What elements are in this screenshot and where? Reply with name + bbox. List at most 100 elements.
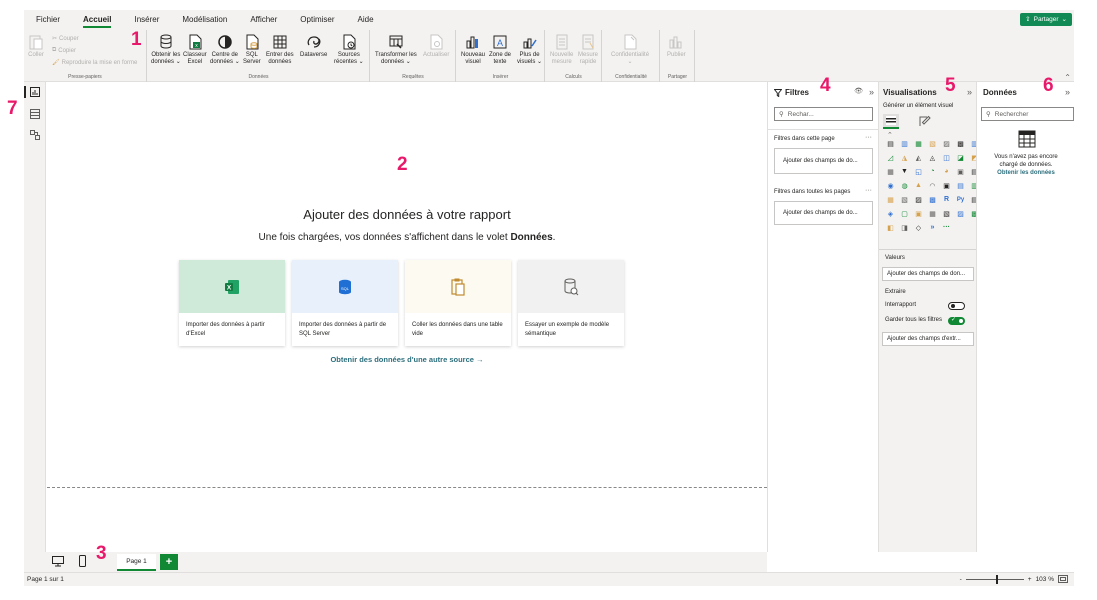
transform-data-button[interactable]: Transformer les données ⌄ (375, 34, 417, 66)
menu-afficher[interactable]: Afficher (238, 10, 288, 30)
visual-type-icon[interactable]: ▢ (899, 208, 910, 219)
visual-type-icon[interactable]: ◈ (885, 208, 896, 219)
filters-this-page-well[interactable]: Ajouter des champs de do... (774, 148, 873, 174)
visual-type-icon[interactable]: ◪ (955, 152, 966, 163)
filters-search-input[interactable]: ⚲ Rechar... (774, 107, 873, 121)
visual-type-icon[interactable]: ▲ (913, 180, 924, 191)
visual-type-icon[interactable]: ▣ (955, 166, 966, 177)
visual-type-icon[interactable]: » (927, 222, 938, 233)
other-source-link[interactable]: Obtenir des données d'une autre source → (47, 355, 767, 364)
data-search-input[interactable]: ⚲ Rechercher (981, 107, 1074, 121)
new-measure-button[interactable]: Nouvelle mesure (550, 34, 573, 66)
refresh-button[interactable]: Actualiser (423, 34, 449, 59)
collapse-filters-icon[interactable]: » (869, 87, 874, 97)
zoom-out-button[interactable]: - (960, 576, 962, 583)
menu-inserer[interactable]: Insérer (122, 10, 170, 30)
visual-type-icon[interactable]: ▦ (885, 166, 896, 177)
visual-type-icon[interactable]: ◫ (941, 152, 952, 163)
excel-card[interactable]: X Importer des données à partir d'Excel (179, 260, 285, 346)
data-hub-button[interactable]: Centre de données ⌄ (210, 34, 240, 66)
visual-type-icon[interactable]: ▩ (955, 138, 966, 149)
get-data-link[interactable]: Obtenir les données (985, 170, 1067, 176)
menu-modelisation[interactable]: Modélisation (170, 10, 238, 30)
recent-sources-button[interactable]: Sources récentes ⌄ (334, 34, 364, 66)
visual-type-icon[interactable]: R (941, 194, 952, 205)
sql-server-button[interactable]: SQL Server (243, 34, 261, 66)
visual-type-icon[interactable]: ▧ (941, 208, 952, 219)
visual-type-icon[interactable]: ◍ (899, 180, 910, 191)
quick-measure-button[interactable]: Mesure rapide (578, 34, 598, 66)
visual-type-icon[interactable]: ◧ (885, 222, 896, 233)
format-painter-button[interactable]: 🖌 Reproduire la mise en forme (52, 59, 137, 67)
visual-type-icon[interactable]: ▤ (955, 180, 966, 191)
more-visuals-button[interactable]: Plus de visuels ⌄ (517, 34, 542, 66)
menu-optimiser[interactable]: Optimiser (288, 10, 345, 30)
format-visual-tab[interactable] (919, 115, 933, 128)
dataverse-button[interactable]: Dataverse (300, 34, 327, 59)
new-visual-button[interactable]: Nouveau visuel (461, 34, 485, 66)
visual-type-icon[interactable]: ▣ (913, 208, 924, 219)
zoom-slider-thumb[interactable] (995, 574, 998, 584)
visual-type-icon[interactable]: ▩ (927, 194, 938, 205)
model-view-button[interactable] (28, 128, 42, 142)
visual-type-icon[interactable]: Py (955, 194, 966, 205)
menu-aide[interactable]: Aide (346, 10, 385, 30)
visual-type-icon[interactable]: ◔ (927, 166, 938, 177)
paste-data-card[interactable]: Coller les données dans une table vide (405, 260, 511, 346)
report-view-button[interactable] (24, 85, 42, 99)
sensitivity-button[interactable]: Confidentialité ⌄ (611, 34, 649, 66)
values-well[interactable]: Ajouter des champs de don... (882, 267, 974, 281)
enter-data-button[interactable]: Entrer des données (266, 34, 294, 66)
excel-workbook-button[interactable]: x Classeur Excel (183, 34, 207, 66)
mobile-layout-button[interactable] (79, 555, 86, 569)
share-button[interactable]: ⇪ Partager ⌄ (1020, 13, 1072, 26)
visual-type-icon[interactable]: ◱ (913, 166, 924, 177)
collapse-visualizations-icon[interactable]: » (967, 87, 972, 97)
visual-type-icon[interactable]: ◭ (913, 152, 924, 163)
copy-button[interactable]: ⧉ Copier (52, 47, 76, 54)
add-page-button[interactable]: + (160, 554, 178, 570)
publish-button[interactable]: Publier (667, 34, 686, 59)
visual-type-icon[interactable]: ▨ (955, 208, 966, 219)
visual-type-icon[interactable]: ··· (941, 222, 952, 233)
fit-to-page-icon[interactable] (1058, 575, 1068, 583)
visual-type-icon[interactable]: ▣ (941, 180, 952, 191)
visual-type-icon[interactable]: ◨ (899, 222, 910, 233)
visual-type-icon[interactable]: ◿ (885, 152, 896, 163)
zoom-slider[interactable] (965, 574, 1024, 584)
visual-type-icon[interactable]: ▨ (941, 138, 952, 149)
visual-type-icon[interactable]: ◕ (941, 166, 952, 177)
cut-button[interactable]: ✂ Couper (52, 35, 79, 43)
collapse-ribbon-icon[interactable]: ⌃ (1064, 73, 1071, 82)
visual-type-icon[interactable]: ▼ (899, 166, 910, 177)
sample-model-card[interactable]: Essayer un exemple de modèle sémantique (518, 260, 624, 346)
visual-type-icon[interactable]: ▦ (885, 194, 896, 205)
filters-all-pages-more-icon[interactable]: ··· (865, 187, 872, 194)
paste-button[interactable]: Coller (28, 34, 44, 59)
visual-type-icon[interactable]: ◮ (899, 152, 910, 163)
visual-type-icon[interactable]: ▤ (885, 138, 896, 149)
report-canvas[interactable]: Ajouter des données à votre rapport Une … (47, 82, 767, 552)
visual-type-icon[interactable]: ◇ (913, 222, 924, 233)
keep-filters-toggle[interactable]: ✓ (948, 317, 965, 325)
sql-server-card[interactable]: SQL Importer des données à partir de SQL… (292, 260, 398, 346)
visual-type-icon[interactable]: ▥ (899, 138, 910, 149)
visual-type-icon[interactable]: ▦ (927, 208, 938, 219)
table-view-button[interactable] (28, 107, 42, 121)
visual-type-icon[interactable]: ◠ (927, 180, 938, 191)
drill-through-well[interactable]: Ajouter des champs d'extr... (882, 332, 974, 346)
visual-type-icon[interactable]: ▦ (913, 138, 924, 149)
desktop-layout-button[interactable] (52, 556, 64, 569)
text-box-button[interactable]: A Zone de texte (489, 34, 511, 66)
visual-type-icon[interactable]: ◬ (927, 152, 938, 163)
filters-this-page-more-icon[interactable]: ··· (865, 134, 872, 141)
menu-fichier[interactable]: Fichier (24, 10, 71, 30)
visual-type-icon[interactable]: ▧ (899, 194, 910, 205)
visual-type-icon[interactable]: ▨ (913, 194, 924, 205)
eye-icon[interactable]: 👁 (854, 87, 863, 97)
build-visual-tab[interactable] (883, 114, 899, 129)
menu-accueil[interactable]: Accueil (71, 10, 122, 30)
visual-type-icon[interactable]: ◉ (885, 180, 896, 191)
get-data-button[interactable]: Obtenir les données ⌄ (151, 34, 181, 66)
collapse-data-pane-icon[interactable]: » (1065, 87, 1070, 97)
